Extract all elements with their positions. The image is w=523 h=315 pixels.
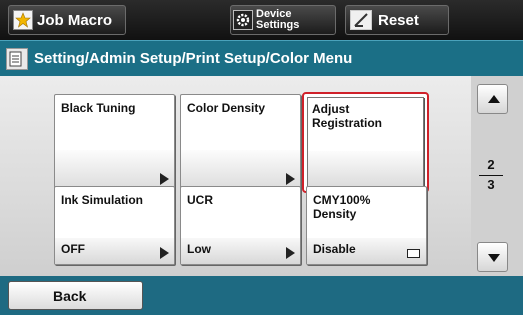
arrow-right-icon bbox=[160, 247, 169, 259]
back-label: Back bbox=[53, 287, 87, 304]
breadcrumb-bar: Setting/Admin Setup/Print Setup/Color Me… bbox=[0, 40, 523, 76]
breadcrumb: Setting/Admin Setup/Print Setup/Color Me… bbox=[34, 50, 353, 67]
tile-inner: Adjust Registration bbox=[307, 97, 424, 188]
page-total: 3 bbox=[487, 177, 495, 192]
popup-box-icon bbox=[407, 249, 420, 258]
scroll-down-button[interactable] bbox=[477, 242, 508, 272]
back-button[interactable]: Back bbox=[8, 281, 143, 310]
bottom-bar: Back bbox=[0, 276, 523, 315]
tile-label: Ink Simulation bbox=[61, 193, 144, 207]
reset-label: Reset bbox=[378, 11, 419, 29]
device-settings-line2: Settings bbox=[256, 19, 300, 31]
device-settings-button[interactable]: Device Settings bbox=[230, 5, 336, 35]
arrow-right-icon bbox=[160, 173, 169, 185]
page-current: 2 bbox=[487, 157, 495, 172]
tile-value: Disable bbox=[313, 242, 356, 256]
gear-icon bbox=[233, 10, 253, 30]
device-settings-label: Device Settings bbox=[256, 9, 299, 31]
tile-label: Color Density bbox=[187, 101, 266, 115]
reset-icon bbox=[350, 10, 372, 30]
tile-label: UCR bbox=[187, 193, 213, 207]
scroll-up-button[interactable] bbox=[477, 84, 508, 114]
ink-simulation-tile[interactable]: Ink Simulation OFF bbox=[54, 186, 175, 265]
arrow-right-icon bbox=[286, 173, 295, 185]
tile-value: Low bbox=[187, 242, 211, 256]
ucr-tile[interactable]: UCR Low bbox=[180, 186, 301, 265]
tile-footer bbox=[55, 150, 174, 190]
job-macro-button[interactable]: Job Macro bbox=[8, 5, 126, 35]
tile-value: OFF bbox=[61, 242, 85, 256]
tile-footer bbox=[181, 150, 300, 190]
arrow-up-icon bbox=[488, 95, 500, 103]
adjust-registration-tile[interactable]: Adjust Registration bbox=[302, 92, 429, 193]
star-icon bbox=[13, 10, 33, 30]
menu-icon bbox=[6, 47, 28, 70]
job-macro-label: Job Macro bbox=[37, 11, 113, 29]
color-density-tile[interactable]: Color Density bbox=[180, 94, 301, 191]
scroll-column: 2 3 bbox=[471, 76, 523, 276]
black-tuning-tile[interactable]: Black Tuning bbox=[54, 94, 175, 191]
tile-label: CMY100% Density bbox=[313, 193, 371, 221]
page-divider bbox=[479, 175, 503, 176]
tile-label: Adjust Registration bbox=[312, 102, 383, 130]
tile-footer bbox=[308, 151, 423, 187]
arrow-down-icon bbox=[488, 254, 500, 262]
top-bar: Job Macro Device Settings Reset bbox=[0, 0, 523, 40]
reset-button[interactable]: Reset bbox=[345, 5, 449, 35]
tile-label: Black Tuning bbox=[61, 101, 136, 115]
cmy100-density-tile[interactable]: CMY100% Density Disable bbox=[306, 186, 427, 265]
settings-grid: Black Tuning Color Density Adjust Regist… bbox=[0, 76, 523, 276]
arrow-right-icon bbox=[286, 247, 295, 259]
